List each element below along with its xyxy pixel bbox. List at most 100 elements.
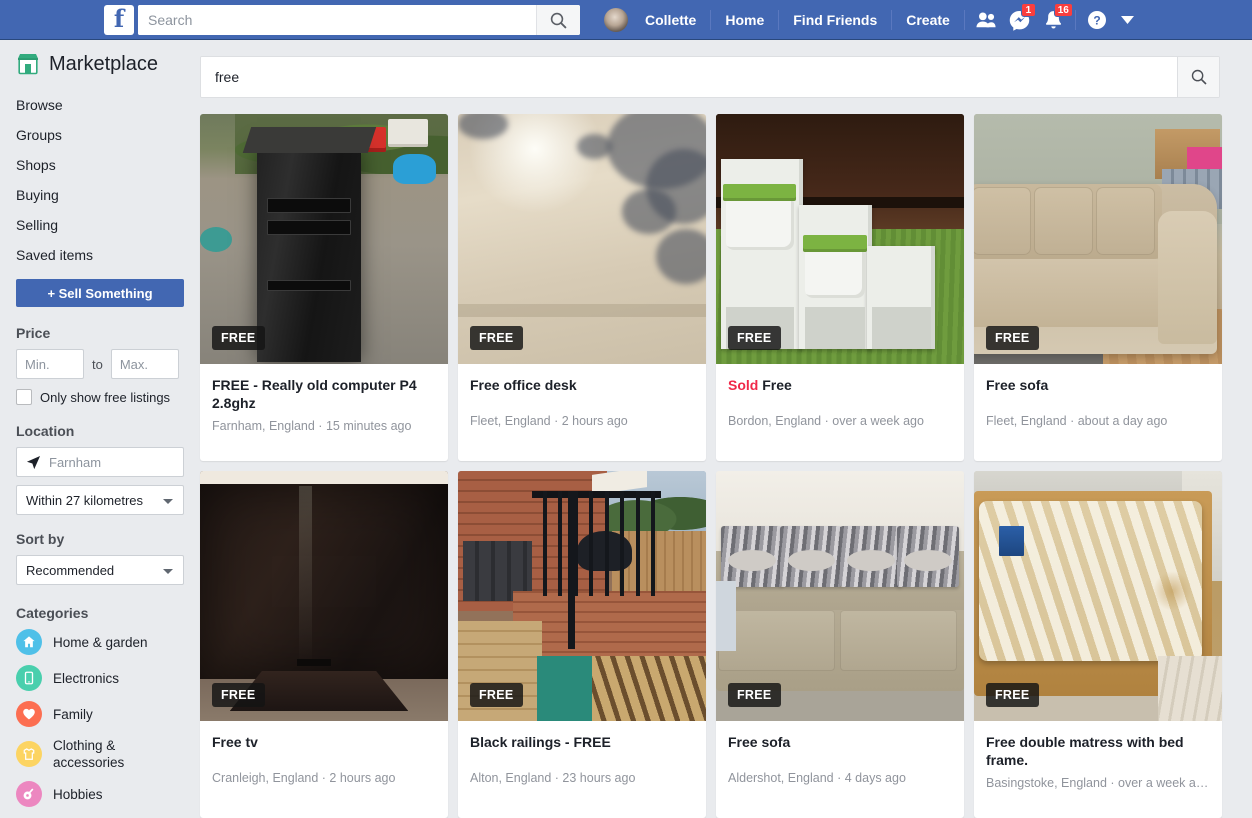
- help-button[interactable]: ?: [1080, 0, 1114, 40]
- facebook-logo-icon[interactable]: f: [104, 5, 134, 35]
- sort-by-heading: Sort by: [16, 531, 65, 547]
- marketplace-header: Marketplace: [16, 52, 180, 76]
- listing-details: Free sofa Fleet, England · about a day a…: [974, 364, 1222, 461]
- marketplace-search-button[interactable]: [1177, 57, 1219, 97]
- listing-meta: Basingstoke, England · over a week a…: [986, 776, 1209, 790]
- marketplace-search-input[interactable]: [201, 57, 1177, 97]
- location-filter-heading: Location: [16, 423, 75, 439]
- sidebar-item-selling[interactable]: Selling: [16, 210, 180, 240]
- listing-meta: Alton, England · 23 hours ago: [470, 771, 636, 785]
- notifications-button[interactable]: 16: [1037, 0, 1073, 40]
- sold-badge: Sold: [728, 377, 759, 393]
- nav-home-link[interactable]: Home: [715, 0, 774, 40]
- listing-card[interactable]: FREE Free sofa Fleet, England · about a …: [974, 114, 1222, 461]
- profile-name-link[interactable]: Collette: [635, 0, 706, 40]
- listing-meta: Aldershot, England · 4 days ago: [728, 771, 906, 785]
- global-search-input[interactable]: [138, 5, 536, 35]
- free-listings-filter[interactable]: Only show free listings: [16, 389, 180, 405]
- listings-grid: FREE FREE - Really old computer P4 2.8gh…: [200, 114, 1222, 818]
- price-to-label: to: [92, 356, 103, 372]
- avatar[interactable]: [604, 8, 628, 32]
- listing-card[interactable]: FREE Black railings - FREE Alton, Englan…: [458, 471, 706, 818]
- listing-photo[interactable]: FREE: [458, 471, 706, 721]
- listing-details: Free office desk Fleet, England · 2 hour…: [458, 364, 706, 461]
- notifications-badge: 16: [1053, 3, 1073, 17]
- sidebar-item-buying[interactable]: Buying: [16, 180, 180, 210]
- listing-details: Free tv Cranleigh, England · 2 hours ago: [200, 721, 448, 818]
- category-label: Family: [53, 706, 93, 722]
- sidebar-category-electronics[interactable]: Electronics: [16, 665, 180, 691]
- listing-photo[interactable]: FREE: [974, 471, 1222, 721]
- messenger-button[interactable]: 1: [1003, 0, 1037, 40]
- listing-photo[interactable]: FREE: [458, 114, 706, 364]
- facebook-top-bar: f Collette Home Find Friends Create: [0, 0, 1252, 40]
- listing-details: Black railings - FREE Alton, England · 2…: [458, 721, 706, 818]
- free-badge: FREE: [986, 683, 1039, 707]
- phone-icon: [16, 665, 42, 691]
- chevron-down-icon: [163, 499, 173, 504]
- location-arrow-icon: [26, 455, 41, 470]
- friend-requests-button[interactable]: [969, 0, 1003, 40]
- nav-create-link[interactable]: Create: [896, 0, 960, 40]
- free-listings-checkbox[interactable]: [16, 389, 32, 405]
- listing-card[interactable]: FREE Free tv Cranleigh, England · 2 hour…: [200, 471, 448, 818]
- listing-card[interactable]: FREE Free double matress with bed frame.…: [974, 471, 1222, 818]
- sidebar-item-groups[interactable]: Groups: [16, 120, 180, 150]
- sidebar-category-family[interactable]: Family: [16, 701, 180, 727]
- listing-photo[interactable]: FREE: [974, 114, 1222, 364]
- help-icon: ?: [1087, 11, 1106, 29]
- location-radius-value: Within 27 kilometres: [26, 492, 144, 508]
- friend-requests-icon: [976, 12, 996, 28]
- listing-meta: Bordon, England · over a week ago: [728, 414, 924, 428]
- sidebar-category-hobbies[interactable]: Hobbies: [16, 781, 180, 807]
- sell-something-button[interactable]: + Sell Something: [16, 279, 184, 307]
- listing-details: Free sofa Aldershot, England · 4 days ag…: [716, 721, 964, 818]
- sort-by-select[interactable]: Recommended: [16, 555, 184, 585]
- account-menu-button[interactable]: [1114, 0, 1142, 40]
- free-badge: FREE: [728, 326, 781, 350]
- marketplace-search: [200, 56, 1220, 98]
- top-nav-right: Collette Home Find Friends Create 1 16 ?: [604, 0, 1142, 40]
- category-label: Home & garden: [53, 634, 148, 650]
- location-radius-select[interactable]: Within 27 kilometres: [16, 485, 184, 515]
- price-max-input[interactable]: [110, 349, 179, 379]
- divider: [710, 10, 712, 30]
- price-min-input[interactable]: [16, 349, 84, 379]
- sidebar-item-saved-items[interactable]: Saved items: [16, 240, 180, 270]
- account-menu-caret-icon: [1121, 16, 1135, 24]
- svg-text:?: ?: [1093, 14, 1100, 28]
- listing-card[interactable]: FREE Free office desk Fleet, England · 2…: [458, 114, 706, 461]
- listing-photo[interactable]: FREE: [716, 114, 964, 364]
- search-icon: [550, 12, 567, 29]
- listing-photo[interactable]: FREE: [200, 114, 448, 364]
- divider: [778, 10, 780, 30]
- listing-card[interactable]: FREE Free sofa Aldershot, England · 4 da…: [716, 471, 964, 818]
- chevron-down-icon: [163, 569, 173, 574]
- listing-meta: Farnham, England · 15 minutes ago: [212, 419, 412, 433]
- listing-photo[interactable]: FREE: [716, 471, 964, 721]
- listing-details: FREE - Really old computer P4 2.8ghz Far…: [200, 364, 448, 461]
- sidebar-item-browse[interactable]: Browse: [16, 90, 180, 120]
- listing-card[interactable]: FREE Sold Free Bordon, England · over a …: [716, 114, 964, 461]
- sort-by-value: Recommended: [26, 562, 115, 578]
- sidebar-item-shops[interactable]: Shops: [16, 150, 180, 180]
- listing-card[interactable]: FREE FREE - Really old computer P4 2.8gh…: [200, 114, 448, 461]
- free-listings-label[interactable]: Only show free listings: [40, 390, 170, 405]
- listing-title: Free office desk: [470, 377, 577, 393]
- location-field: [16, 447, 184, 477]
- location-input[interactable]: [17, 454, 183, 470]
- categories-heading: Categories: [16, 605, 89, 621]
- listing-title: Free sofa: [728, 734, 791, 750]
- sidebar-category-clothing-accessories[interactable]: Clothing & accessories: [16, 737, 180, 771]
- nav-find-friends-link[interactable]: Find Friends: [783, 0, 887, 40]
- listing-photo[interactable]: FREE: [200, 471, 448, 721]
- free-badge: FREE: [212, 683, 265, 707]
- listing-title: Free double matress with bed frame.: [986, 734, 1184, 768]
- sidebar-category-home-garden[interactable]: Home & garden: [16, 629, 180, 655]
- shirt-icon: [16, 741, 42, 767]
- listing-price: Free: [762, 377, 792, 393]
- category-label: Electronics: [53, 670, 120, 686]
- messenger-badge: 1: [1020, 3, 1036, 17]
- global-search-button[interactable]: [536, 5, 580, 35]
- divider: [963, 10, 965, 30]
